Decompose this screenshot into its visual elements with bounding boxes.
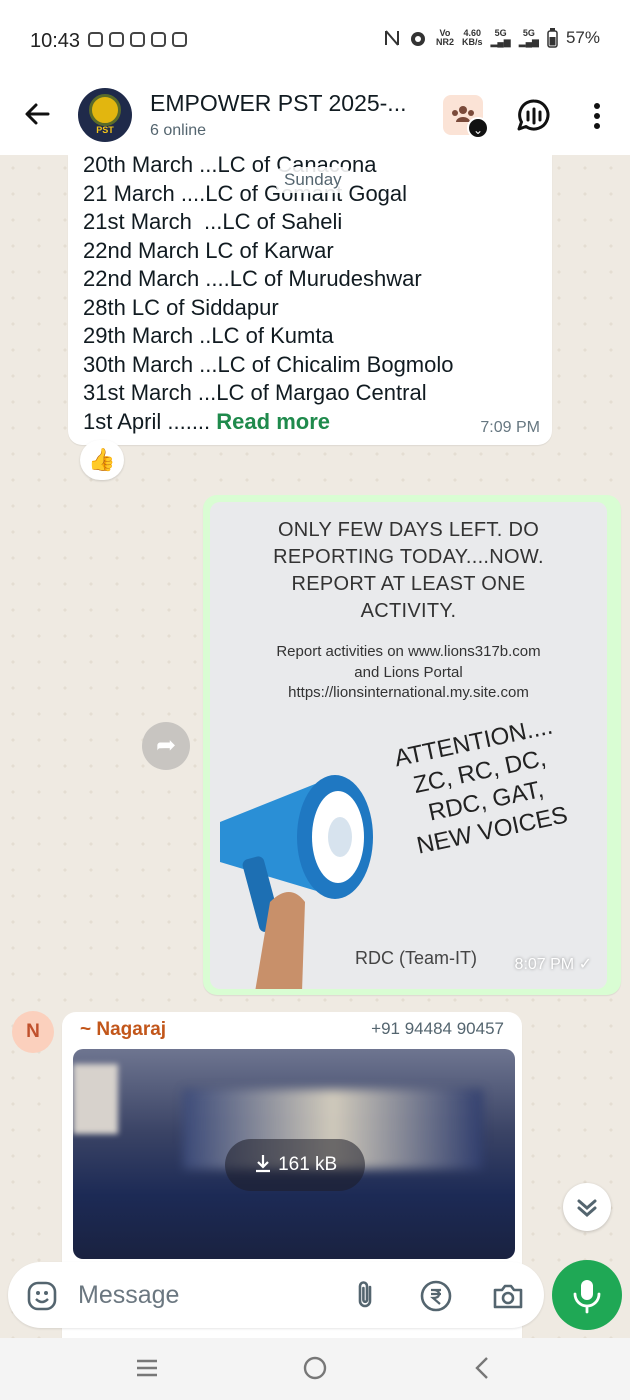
- battery-level: 57%: [565, 28, 600, 47]
- app-icon: [130, 32, 145, 47]
- community-button[interactable]: ⌄: [443, 95, 489, 139]
- location-icon: [172, 32, 187, 47]
- battery-icon: [547, 28, 558, 48]
- camera-icon[interactable]: [491, 1279, 525, 1313]
- download-icon: [255, 1155, 270, 1173]
- back-arrow-icon[interactable]: [18, 94, 58, 134]
- incoming-message-bubble[interactable]: 20th March ...LC of Canacona 21 March ...…: [68, 155, 552, 445]
- online-count: 6 online: [150, 122, 207, 139]
- signal-2: 5G ▂▄▆: [518, 28, 539, 47]
- signal-1: 5G ▂▄▆: [490, 28, 511, 47]
- more-options-icon[interactable]: [585, 98, 609, 134]
- voice-chat-icon[interactable]: [514, 96, 554, 136]
- payment-rupee-icon[interactable]: [419, 1279, 453, 1313]
- whatsapp-icon: [88, 32, 103, 47]
- scroll-to-bottom-button[interactable]: [563, 1183, 611, 1231]
- read-more-link[interactable]: Read more: [216, 409, 330, 434]
- date-chip: Sunday: [276, 167, 350, 193]
- chat-area[interactable]: 20th March ...LC of Canacona 21 March ...…: [0, 155, 630, 1338]
- home-icon[interactable]: [302, 1355, 328, 1381]
- voice-record-button[interactable]: [552, 1260, 622, 1330]
- chat-title[interactable]: EMPOWER PST 2025-...: [150, 90, 406, 117]
- recent-apps-icon[interactable]: [133, 1356, 161, 1380]
- message-icon: [109, 32, 124, 47]
- sent-tick-icon: ✓: [578, 956, 592, 973]
- sticker-icon[interactable]: [26, 1280, 58, 1312]
- instagram-icon: [151, 32, 166, 47]
- lions-logo-icon: [89, 94, 121, 126]
- double-chevron-down-icon: [577, 1199, 597, 1217]
- chevron-down-icon: ⌄: [467, 117, 489, 139]
- alarm-icon: [410, 32, 425, 46]
- attachment-icon[interactable]: [348, 1278, 382, 1312]
- poster-image[interactable]: ONLY FEW DAYS LEFT. DO REPORTING TODAY..…: [210, 502, 607, 989]
- nfc-icon: [384, 30, 399, 46]
- thumbs-up-reaction[interactable]: 👍: [80, 440, 124, 480]
- volte-indicator: Vo NR2: [435, 28, 454, 47]
- sender-name[interactable]: ~ Nagaraj: [80, 1019, 166, 1041]
- message-text: 20th March ...LC of Canacona 21 March ...…: [83, 155, 454, 434]
- poster-heading: ONLY FEW DAYS LEFT. DO REPORTING TODAY..…: [273, 519, 544, 622]
- notification-icons: [88, 32, 187, 47]
- chat-header: PST EMPOWER PST 2025-... 6 online ⌄: [0, 80, 630, 155]
- outgoing-image-bubble[interactable]: ONLY FEW DAYS LEFT. DO REPORTING TODAY..…: [203, 495, 621, 995]
- status-bar: 10:43 Vo NR2 4.60 KB/s 5G ▂▄▆ 5G ▂▄▆ 57%: [0, 0, 630, 80]
- clock: 10:43: [30, 30, 81, 52]
- sender-phone[interactable]: +91 94484 90457: [371, 1019, 504, 1039]
- system-icons: Vo NR2 4.60 KB/s 5G ▂▄▆ 5G ▂▄▆ 57%: [384, 28, 600, 48]
- blurred-image-preview[interactable]: 161 kB: [73, 1049, 515, 1259]
- poster-credit: RDC (Team-IT): [355, 948, 477, 968]
- message-timestamp: 7:09 PM: [480, 419, 540, 436]
- message-timestamp: 8:07 PM ✓: [514, 956, 592, 973]
- network-speed: 4.60 KB/s: [461, 28, 483, 47]
- download-button[interactable]: 161 kB: [225, 1139, 365, 1191]
- microphone-icon: [573, 1280, 601, 1314]
- message-composer: [8, 1262, 544, 1328]
- system-nav-bar: [0, 1338, 630, 1400]
- poster-subtext: Report activities on www.lions317b.com a…: [276, 643, 541, 701]
- nav-back-icon[interactable]: [470, 1354, 494, 1382]
- message-input[interactable]: [78, 1276, 338, 1314]
- sender-avatar[interactable]: N: [12, 1011, 54, 1053]
- group-avatar[interactable]: PST: [78, 88, 132, 142]
- forward-icon[interactable]: ➦: [142, 722, 190, 770]
